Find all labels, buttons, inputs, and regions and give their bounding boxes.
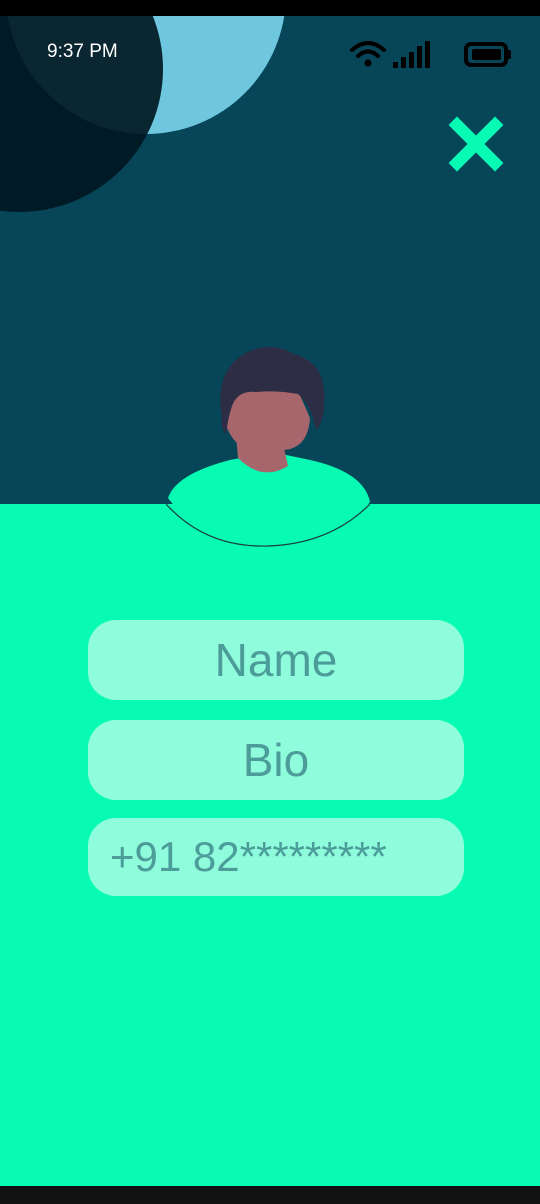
- profile-screen: 9:37 PM Name Bio +91 82*********: [0, 16, 540, 1186]
- close-icon: [448, 116, 504, 172]
- bio-field[interactable]: [88, 720, 464, 800]
- wifi-icon: [350, 41, 386, 67]
- bottom-edge: [0, 1186, 540, 1204]
- phone-field[interactable]: +91 82*********: [88, 818, 464, 896]
- signal-icon: [393, 41, 430, 68]
- shirt-collar-curve: [166, 503, 370, 547]
- name-field[interactable]: [88, 620, 464, 700]
- phone-value: +91 82*********: [110, 833, 387, 880]
- status-bar: 9:37 PM: [0, 16, 540, 84]
- close-button[interactable]: [448, 116, 504, 172]
- status-time: 9:37 PM: [47, 41, 118, 62]
- battery-icon: [464, 42, 511, 67]
